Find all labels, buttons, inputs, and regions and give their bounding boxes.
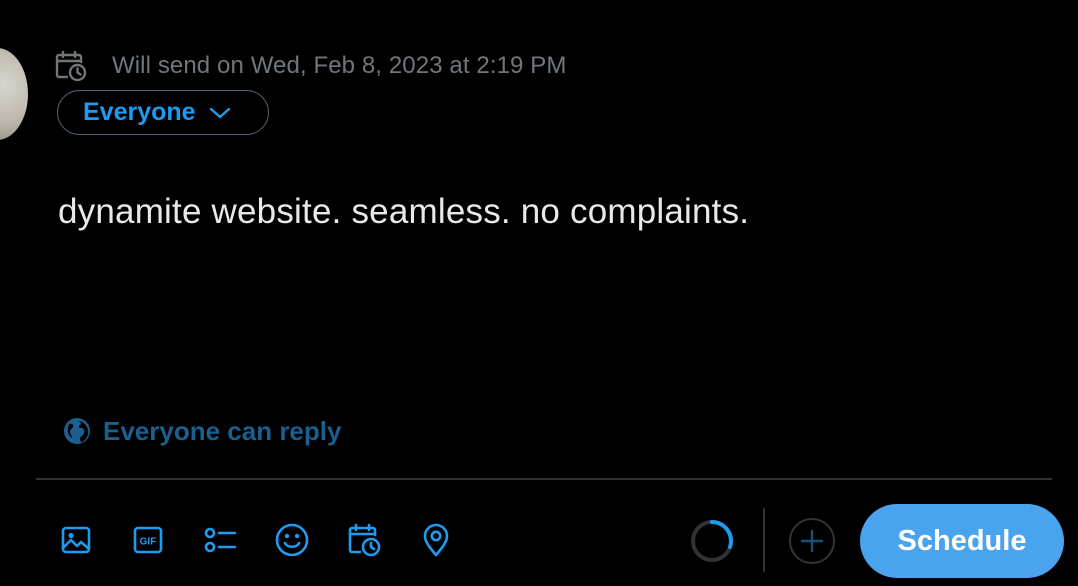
emoji-icon[interactable] [273,521,311,559]
toolbar-separator [763,508,765,572]
audience-selector-button[interactable]: Everyone [57,90,269,135]
schedule-button-label: Schedule [897,524,1027,557]
divider [36,478,1052,480]
poll-icon[interactable] [201,521,239,559]
schedule-button[interactable]: Schedule [860,504,1064,578]
avatar[interactable] [0,48,28,140]
tweet-text-area[interactable]: dynamite website. seamless. no complaint… [58,192,749,232]
reply-setting-button[interactable]: Everyone can reply [62,414,341,448]
globe-icon [62,416,92,446]
schedule-icon[interactable] [345,521,383,559]
location-icon[interactable] [417,521,455,559]
chevron-down-icon [209,106,231,120]
scheduled-time-text: Will send on Wed, Feb 8, 2023 at 2:19 PM [112,52,567,79]
reply-setting-label: Everyone can reply [103,415,342,446]
scheduled-info: Will send on Wed, Feb 8, 2023 at 2:19 PM [54,50,566,82]
gif-glyph: GIF [140,537,157,548]
add-tweet-button[interactable] [788,517,836,565]
character-count-progress [688,517,736,565]
calendar-clock-icon[interactable] [54,50,88,82]
audience-label: Everyone [83,98,196,126]
image-icon[interactable] [57,521,95,559]
gif-icon[interactable]: GIF [129,521,167,559]
